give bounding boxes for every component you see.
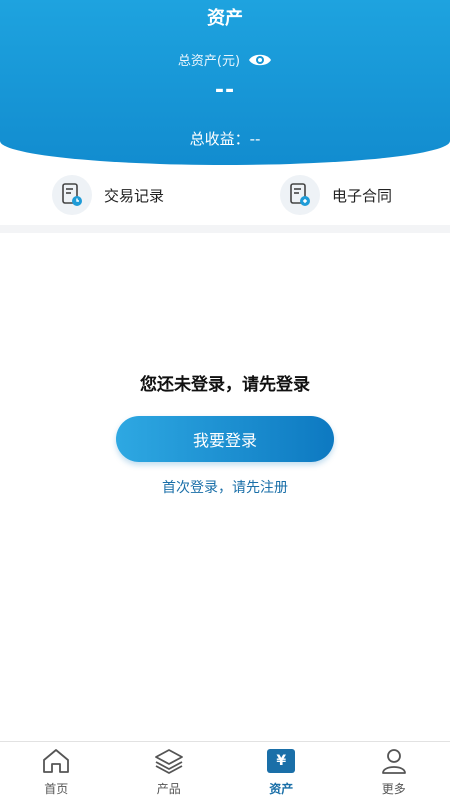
tab-more-label: 更多 bbox=[381, 782, 406, 796]
e-contract-label: 电子合同 bbox=[332, 186, 393, 205]
bottom-tab-bar: 首页 产品 ¥ 资产 更多 bbox=[0, 741, 450, 800]
layers-icon bbox=[154, 748, 184, 774]
transaction-record-icon bbox=[52, 175, 92, 215]
yuan-icon: ¥ bbox=[266, 748, 296, 774]
register-link[interactable]: 首次登录，请先注册 bbox=[0, 477, 450, 497]
asset-header: 资产 总资产(元) -- 总收益：-- bbox=[0, 0, 450, 165]
login-button[interactable]: 我要登录 bbox=[116, 416, 334, 462]
section-divider bbox=[0, 225, 450, 233]
tab-home[interactable]: 首页 bbox=[0, 742, 113, 800]
yuan-glyph: ¥ bbox=[267, 749, 296, 773]
tab-assets-label: 资产 bbox=[269, 782, 294, 796]
tab-products-label: 产品 bbox=[156, 782, 181, 796]
tab-assets[interactable]: ¥ 资产 bbox=[225, 742, 338, 800]
tab-products[interactable]: 产品 bbox=[113, 742, 226, 800]
tab-home-label: 首页 bbox=[44, 782, 69, 796]
total-assets-row: 总资产(元) bbox=[0, 50, 450, 69]
user-icon bbox=[379, 748, 409, 774]
total-assets-value: -- bbox=[214, 78, 236, 103]
login-prompt: 您还未登录，请先登录 bbox=[140, 375, 310, 395]
total-earnings: 总收益：-- bbox=[189, 130, 261, 148]
total-assets-label: 总资产(元) bbox=[177, 54, 241, 69]
quick-actions: 交易记录 电子合同 bbox=[0, 165, 450, 225]
e-contract-icon bbox=[280, 175, 320, 215]
eye-icon[interactable] bbox=[248, 52, 272, 68]
page-title: 资产 bbox=[207, 8, 243, 29]
home-icon bbox=[41, 748, 71, 774]
tab-more[interactable]: 更多 bbox=[338, 742, 450, 800]
transaction-record-label: 交易记录 bbox=[104, 186, 165, 205]
